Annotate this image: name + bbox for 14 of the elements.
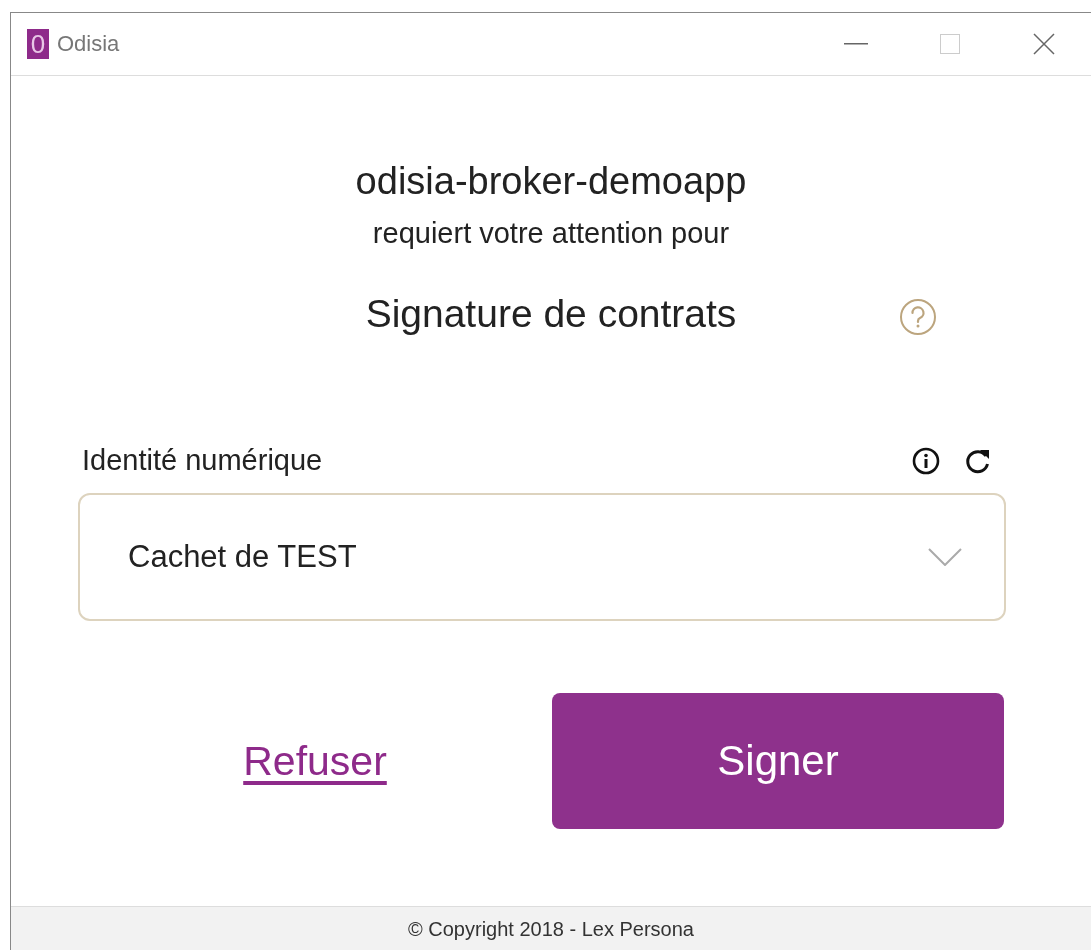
- copyright-text: © Copyright 2018 - Lex Persona: [408, 917, 694, 941]
- close-icon[interactable]: [1033, 33, 1055, 55]
- subtitle: requiert votre attention pour: [372, 217, 730, 250]
- identity-label: Identité numérique: [82, 444, 323, 477]
- sign-button[interactable]: Signer: [552, 693, 1004, 829]
- app-name: odisia-broker-demoapp: [355, 160, 747, 203]
- info-icon[interactable]: [912, 446, 940, 475]
- window-title: Odisia: [57, 31, 120, 57]
- identity-select[interactable]: Cachet de TEST: [78, 493, 1006, 621]
- minimize-icon[interactable]: [844, 43, 868, 45]
- purpose-title: Signature de contrats: [365, 292, 737, 336]
- app-logo: 0: [27, 29, 49, 59]
- chevron-down-icon: [928, 548, 962, 566]
- refuse-link[interactable]: Refuser: [243, 737, 387, 785]
